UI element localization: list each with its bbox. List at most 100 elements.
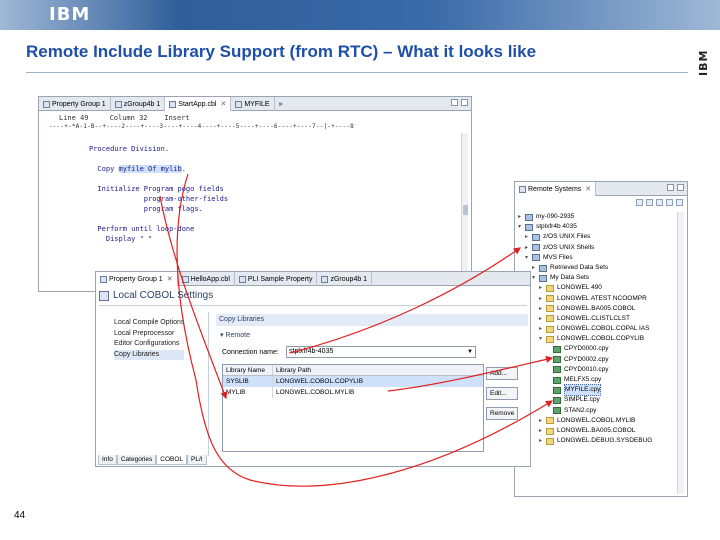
tab-zgroup[interactable]: zGroup4b 1 [111,97,166,111]
expand-toggle-icon[interactable]: ▸ [539,294,546,304]
header-divider [99,305,527,306]
tree-item[interactable]: ▸ LONGWEL.COBOL.COPAL IAS [518,324,652,334]
tree-item[interactable]: ▸ z/OS UNIX Files [518,232,652,242]
bottom-tab[interactable]: Info [98,455,117,465]
settings-nav: Local Compile Options Local Preprocessor E… [114,318,185,360]
tree-item-label: my-090-2935 [536,213,575,220]
expand-toggle-icon[interactable]: ▾ [532,273,539,283]
tab-property-group[interactable]: Property Group 1 ✕ [96,272,178,286]
expand-toggle-icon[interactable]: ▸ [539,304,546,314]
expand-toggle-icon[interactable]: ▸ [525,232,532,242]
tree-item[interactable]: ▾ stplxfr4b 4035 [518,222,652,232]
expand-toggle-icon[interactable]: ▸ [539,436,546,446]
collapse-all-icon[interactable] [656,199,663,206]
nav-item[interactable]: Copy Libraries [114,349,185,360]
tab-zgroup[interactable]: zGroup4b 1 [317,272,373,286]
editor-scrollbar[interactable] [461,133,468,283]
tree-item[interactable]: ▸ LONGWEL.BA005.COBOL [518,304,652,314]
maximize-icon[interactable] [461,99,468,106]
forward-icon[interactable] [646,199,653,206]
tree-item[interactable]: STAN2.cpy [518,406,652,416]
tree-item[interactable]: CPYD0010.cpy [518,365,652,375]
tree-item[interactable]: SIMPLE.cpy [518,395,652,405]
copybook-file-icon [553,346,561,354]
bottom-tab[interactable]: Categories [116,455,157,465]
tree-item[interactable]: ▸ LONGWEL ATEST NCOOMPR [518,294,652,304]
minimize-icon[interactable] [451,99,458,106]
tree-item-label: LONGWEL.BA005.COBOL [557,304,636,312]
tree-item[interactable]: ▸ my-090-2935 [518,212,652,222]
tree-item[interactable]: ▾ LONGWEL.COBOL.COPYLIB [518,334,652,344]
col-library-path[interactable]: Library Path [273,365,483,375]
expand-toggle-icon[interactable]: ▸ [539,314,546,324]
table-row[interactable]: SYSLIB LONGWEL.COBOL.COPYLIB [223,376,483,387]
connection-select[interactable]: stplxfr4b-4035 ▼ [286,346,476,358]
remove-button[interactable]: Remove [486,407,518,420]
dataset-folder-icon [546,427,554,435]
nav-item[interactable]: Editor Configurations [114,339,184,350]
tab-helloapp[interactable]: HelloApp.cbl [178,272,235,286]
expand-toggle-icon[interactable]: ▸ [518,212,525,222]
nav-item[interactable]: Local Preprocessor [114,329,184,340]
link-editor-icon[interactable] [666,199,673,206]
maximize-icon[interactable] [677,184,684,191]
props-tab-bar: Property Group 1 ✕ HelloApp.cbl PLI Sampl… [96,272,530,286]
more-tabs-icon[interactable]: » [275,97,287,111]
expand-toggle-icon[interactable]: ▸ [525,243,532,253]
tab-remote-systems[interactable]: Remote Systems ✕ [515,182,597,196]
close-icon[interactable]: ✕ [585,183,591,196]
tree-item[interactable]: MYFILE.cpy [518,384,652,397]
close-icon[interactable]: ✕ [220,98,226,111]
nav-item[interactable]: Local Compile Options [114,318,184,329]
editor-tab-bar: Property Group 1 zGroup4b 1 StartApp.cbl… [39,97,471,111]
tree-item[interactable]: ▸ LONGWEL 490 [518,283,652,293]
tab-startapp[interactable]: StartApp.cbl ✕ [165,97,232,111]
system-node-icon [525,223,533,231]
properties-panel: Property Group 1 ✕ HelloApp.cbl PLI Sampl… [95,271,531,467]
tab-myfile[interactable]: MYFILE [231,97,275,111]
tree-item[interactable]: ▸ z/OS UNIX Shells [518,243,652,253]
tree-item-label: z/OS UNIX Shells [543,243,595,251]
expand-toggle-icon[interactable]: ▸ [539,283,546,293]
tree-item[interactable]: ▸ LONGWEL.DEBUG.SYSDEBUG [518,436,652,446]
tree-scrollbar[interactable] [677,212,684,494]
expand-toggle-icon[interactable]: ▸ [539,416,546,426]
scrollbar-thumb[interactable] [463,205,468,215]
tree-item[interactable]: CPYD0000.cpy [518,344,652,354]
editor-status-line: Line 49 Column 32 Insert [59,114,190,122]
expand-toggle-icon[interactable]: ▾ [539,334,546,344]
col-library-name[interactable]: Library Name [223,365,273,375]
remote-section-toggle[interactable]: ▾ Remote [220,331,250,339]
expand-toggle-icon[interactable]: ▾ [525,253,532,263]
expand-toggle-icon[interactable]: ▾ [518,222,525,232]
tab-pli-sample[interactable]: PLI Sample Property [235,272,318,286]
edit-button[interactable]: Edit... [486,387,518,400]
tab-property-group[interactable]: Property Group 1 [39,97,111,111]
tree-item[interactable]: ▸ Retrieved Data Sets [518,263,652,273]
tree-item[interactable]: ▸ LONGWEL.COBOL.MYLIB [518,416,652,426]
bottom-tab[interactable]: PL/I [187,455,207,465]
menu-icon[interactable] [676,199,683,206]
code-line: Initialize Program pogo fields [89,185,224,193]
add-button[interactable]: Add... [486,367,518,380]
tree-item[interactable]: CPYD0002.cpy [518,355,652,365]
minimize-icon[interactable] [667,184,674,191]
copybook-icon [235,100,243,108]
tree-item-label: Retrieved Data Sets [550,263,609,271]
property-icon [100,275,107,283]
close-icon[interactable]: ✕ [167,273,173,286]
bottom-tab[interactable]: COBOL [156,455,188,465]
tree-item[interactable]: ▸ LONGWEL.CLISTLCLST [518,314,652,324]
library-name-cell: SYSLIB [223,376,273,387]
table-row[interactable]: MYLIB LONGWEL.COBOL.MYLIB [223,387,483,398]
remote-tab-bar: Remote Systems ✕ [515,182,687,196]
highlighted-copy-target: myfile Of mylib [118,165,182,173]
tree-item-label: CPYD0002.cpy [564,355,609,363]
expand-toggle-icon[interactable]: ▸ [539,426,546,436]
back-icon[interactable] [636,199,643,206]
expand-toggle-icon[interactable]: ▸ [532,263,539,273]
tree-item[interactable]: ▸ LONGWEL.BA005.COBOL [518,426,652,436]
expand-toggle-icon[interactable]: ▸ [539,324,546,334]
tree-item[interactable]: ▾ My Data Sets [518,273,652,283]
tree-item[interactable]: ▾ MVS Files [518,253,652,263]
